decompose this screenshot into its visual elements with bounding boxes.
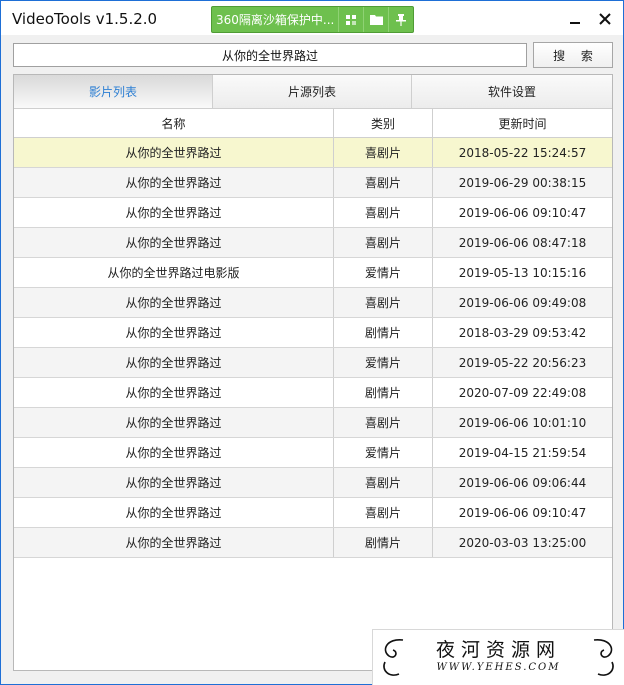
cell-name: 从你的全世界路过 <box>14 138 334 167</box>
table-row[interactable]: 从你的全世界路过 爱情片 2019-04-15 21:59:54 <box>14 438 612 468</box>
cell-type: 爱情片 <box>334 258 433 287</box>
cell-time: 2019-04-15 21:59:54 <box>458 445 587 460</box>
app-title: VideoTools v1.5.2.0 <box>12 10 158 28</box>
cell-type: 喜剧片 <box>334 168 433 197</box>
table-row[interactable]: 从你的全世界路过 喜剧片 2019-06-06 09:10:47 <box>14 498 612 528</box>
watermark-url: WWW.YEHES.COM <box>436 662 561 673</box>
main-panel: 影片列表 片源列表 软件设置 名称 类别 更新时间 从你的全世界路过 喜剧片 201… <box>13 74 613 671</box>
search-input[interactable] <box>13 43 527 67</box>
table-row[interactable]: 从你的全世界路过 喜剧片 2019-06-06 10:01:10 <box>14 408 612 438</box>
cell-name: 从你的全世界路过 <box>14 528 334 557</box>
table-row[interactable]: 从你的全世界路过 喜剧片 2019-06-06 09:06:44 <box>14 468 612 498</box>
table-body: 从你的全世界路过 喜剧片 2018-05-22 15:24:57 从你的全世界路过 喜剧… <box>14 138 612 558</box>
table-row[interactable]: 从你的全世界路过 喜剧片 2019-06-06 09:49:08 <box>14 288 612 318</box>
cell-time: 2019-06-06 10:01:10 <box>458 415 587 430</box>
table-row[interactable]: 从你的全世界路过 喜剧片 2019-06-29 00:38:15 <box>14 168 612 198</box>
table-row[interactable]: 从你的全世界路过 剧情片 2020-03-03 13:25:00 <box>14 528 612 558</box>
cell-type: 喜剧片 <box>334 408 433 437</box>
sandbox-banner: 360隔离沙箱保护中... <box>211 6 414 33</box>
cell-time: 2018-05-22 15:24:57 <box>458 145 587 160</box>
cell-name: 从你的全世界路过 <box>14 348 334 377</box>
cell-type: 爱情片 <box>334 348 433 377</box>
cell-name: 从你的全世界路过 <box>14 318 334 347</box>
tab-settings[interactable]: 软件设置 <box>412 75 612 109</box>
table-row[interactable]: 从你的全世界路过 剧情片 2020-07-09 22:49:08 <box>14 378 612 408</box>
table-row[interactable]: 从你的全世界路过电影版 爱情片 2019-05-13 10:15:16 <box>14 258 612 288</box>
cell-type: 喜剧片 <box>334 288 433 317</box>
cell-time: 2019-06-06 09:49:08 <box>458 295 587 310</box>
close-button[interactable] <box>593 7 617 31</box>
cell-type: 喜剧片 <box>334 138 433 167</box>
minimize-icon <box>570 22 580 24</box>
cell-time: 2018-03-29 09:53:42 <box>458 325 587 340</box>
search-button[interactable]: 搜 索 <box>533 42 613 68</box>
cell-type: 剧情片 <box>334 378 433 407</box>
table-header: 名称 类别 更新时间 <box>14 109 612 138</box>
cell-name: 从你的全世界路过 <box>14 168 334 197</box>
column-header-type[interactable]: 类别 <box>334 109 433 137</box>
cell-name: 从你的全世界路过 <box>14 228 334 257</box>
close-icon <box>599 13 611 25</box>
sandbox-icon[interactable] <box>338 7 363 32</box>
cell-name: 从你的全世界路过 <box>14 378 334 407</box>
folder-icon[interactable] <box>363 7 388 32</box>
cell-name: 从你的全世界路过 <box>14 408 334 437</box>
cell-name: 从你的全世界路过 <box>14 468 334 497</box>
sandbox-label: 360隔离沙箱保护中... <box>216 13 335 27</box>
table-row[interactable]: 从你的全世界路过 喜剧片 2019-06-06 09:10:47 <box>14 198 612 228</box>
cell-time: 2019-05-22 20:56:23 <box>458 355 587 370</box>
table-row[interactable]: 从你的全世界路过 爱情片 2019-05-22 20:56:23 <box>14 348 612 378</box>
cell-name: 从你的全世界路过电影版 <box>14 258 334 287</box>
cell-type: 喜剧片 <box>334 198 433 227</box>
cell-name: 从你的全世界路过 <box>14 438 334 467</box>
table-row[interactable]: 从你的全世界路过 剧情片 2018-03-29 09:53:42 <box>14 318 612 348</box>
cell-name: 从你的全世界路过 <box>14 288 334 317</box>
watermark-logo: 夜河资源网 WWW.YEHES.COM <box>372 629 624 685</box>
table-row[interactable]: 从你的全世界路过 喜剧片 2019-06-06 08:47:18 <box>14 228 612 258</box>
cell-type: 喜剧片 <box>334 468 433 497</box>
title-bar[interactable]: VideoTools v1.5.2.0 360隔离沙箱保护中... <box>1 1 623 35</box>
cell-type: 喜剧片 <box>334 228 433 257</box>
cell-type: 爱情片 <box>334 438 433 467</box>
cell-time: 2019-05-13 10:15:16 <box>458 265 587 280</box>
cell-name: 从你的全世界路过 <box>14 198 334 227</box>
tab-bar: 影片列表 片源列表 软件设置 <box>14 75 612 109</box>
cell-time: 2019-06-29 00:38:15 <box>458 175 587 190</box>
cell-time: 2019-06-06 09:10:47 <box>458 205 587 220</box>
cell-time: 2020-07-09 22:49:08 <box>458 385 587 400</box>
cell-type: 喜剧片 <box>334 498 433 527</box>
watermark-title: 夜河资源网 <box>435 639 561 661</box>
cell-name: 从你的全世界路过 <box>14 498 334 527</box>
tab-movie-list[interactable]: 影片列表 <box>14 75 213 109</box>
cell-type: 剧情片 <box>334 528 433 557</box>
app-window: VideoTools v1.5.2.0 360隔离沙箱保护中... 搜 索 影片… <box>0 0 624 685</box>
column-header-name[interactable]: 名称 <box>14 109 334 137</box>
minimize-button[interactable] <box>563 7 587 31</box>
cell-time: 2019-06-06 09:06:44 <box>458 475 587 490</box>
cell-type: 剧情片 <box>334 318 433 347</box>
pin-icon[interactable] <box>388 7 413 32</box>
cell-time: 2019-06-06 08:47:18 <box>458 235 587 250</box>
movie-table: 名称 类别 更新时间 从你的全世界路过 喜剧片 2018-05-22 15:24:5… <box>14 109 612 558</box>
cell-time: 2019-06-06 09:10:47 <box>458 505 587 520</box>
table-row[interactable]: 从你的全世界路过 喜剧片 2018-05-22 15:24:57 <box>14 138 612 168</box>
tab-source-list[interactable]: 片源列表 <box>213 75 412 109</box>
cell-time: 2020-03-03 13:25:00 <box>458 535 587 550</box>
column-header-time[interactable]: 更新时间 <box>433 109 612 137</box>
